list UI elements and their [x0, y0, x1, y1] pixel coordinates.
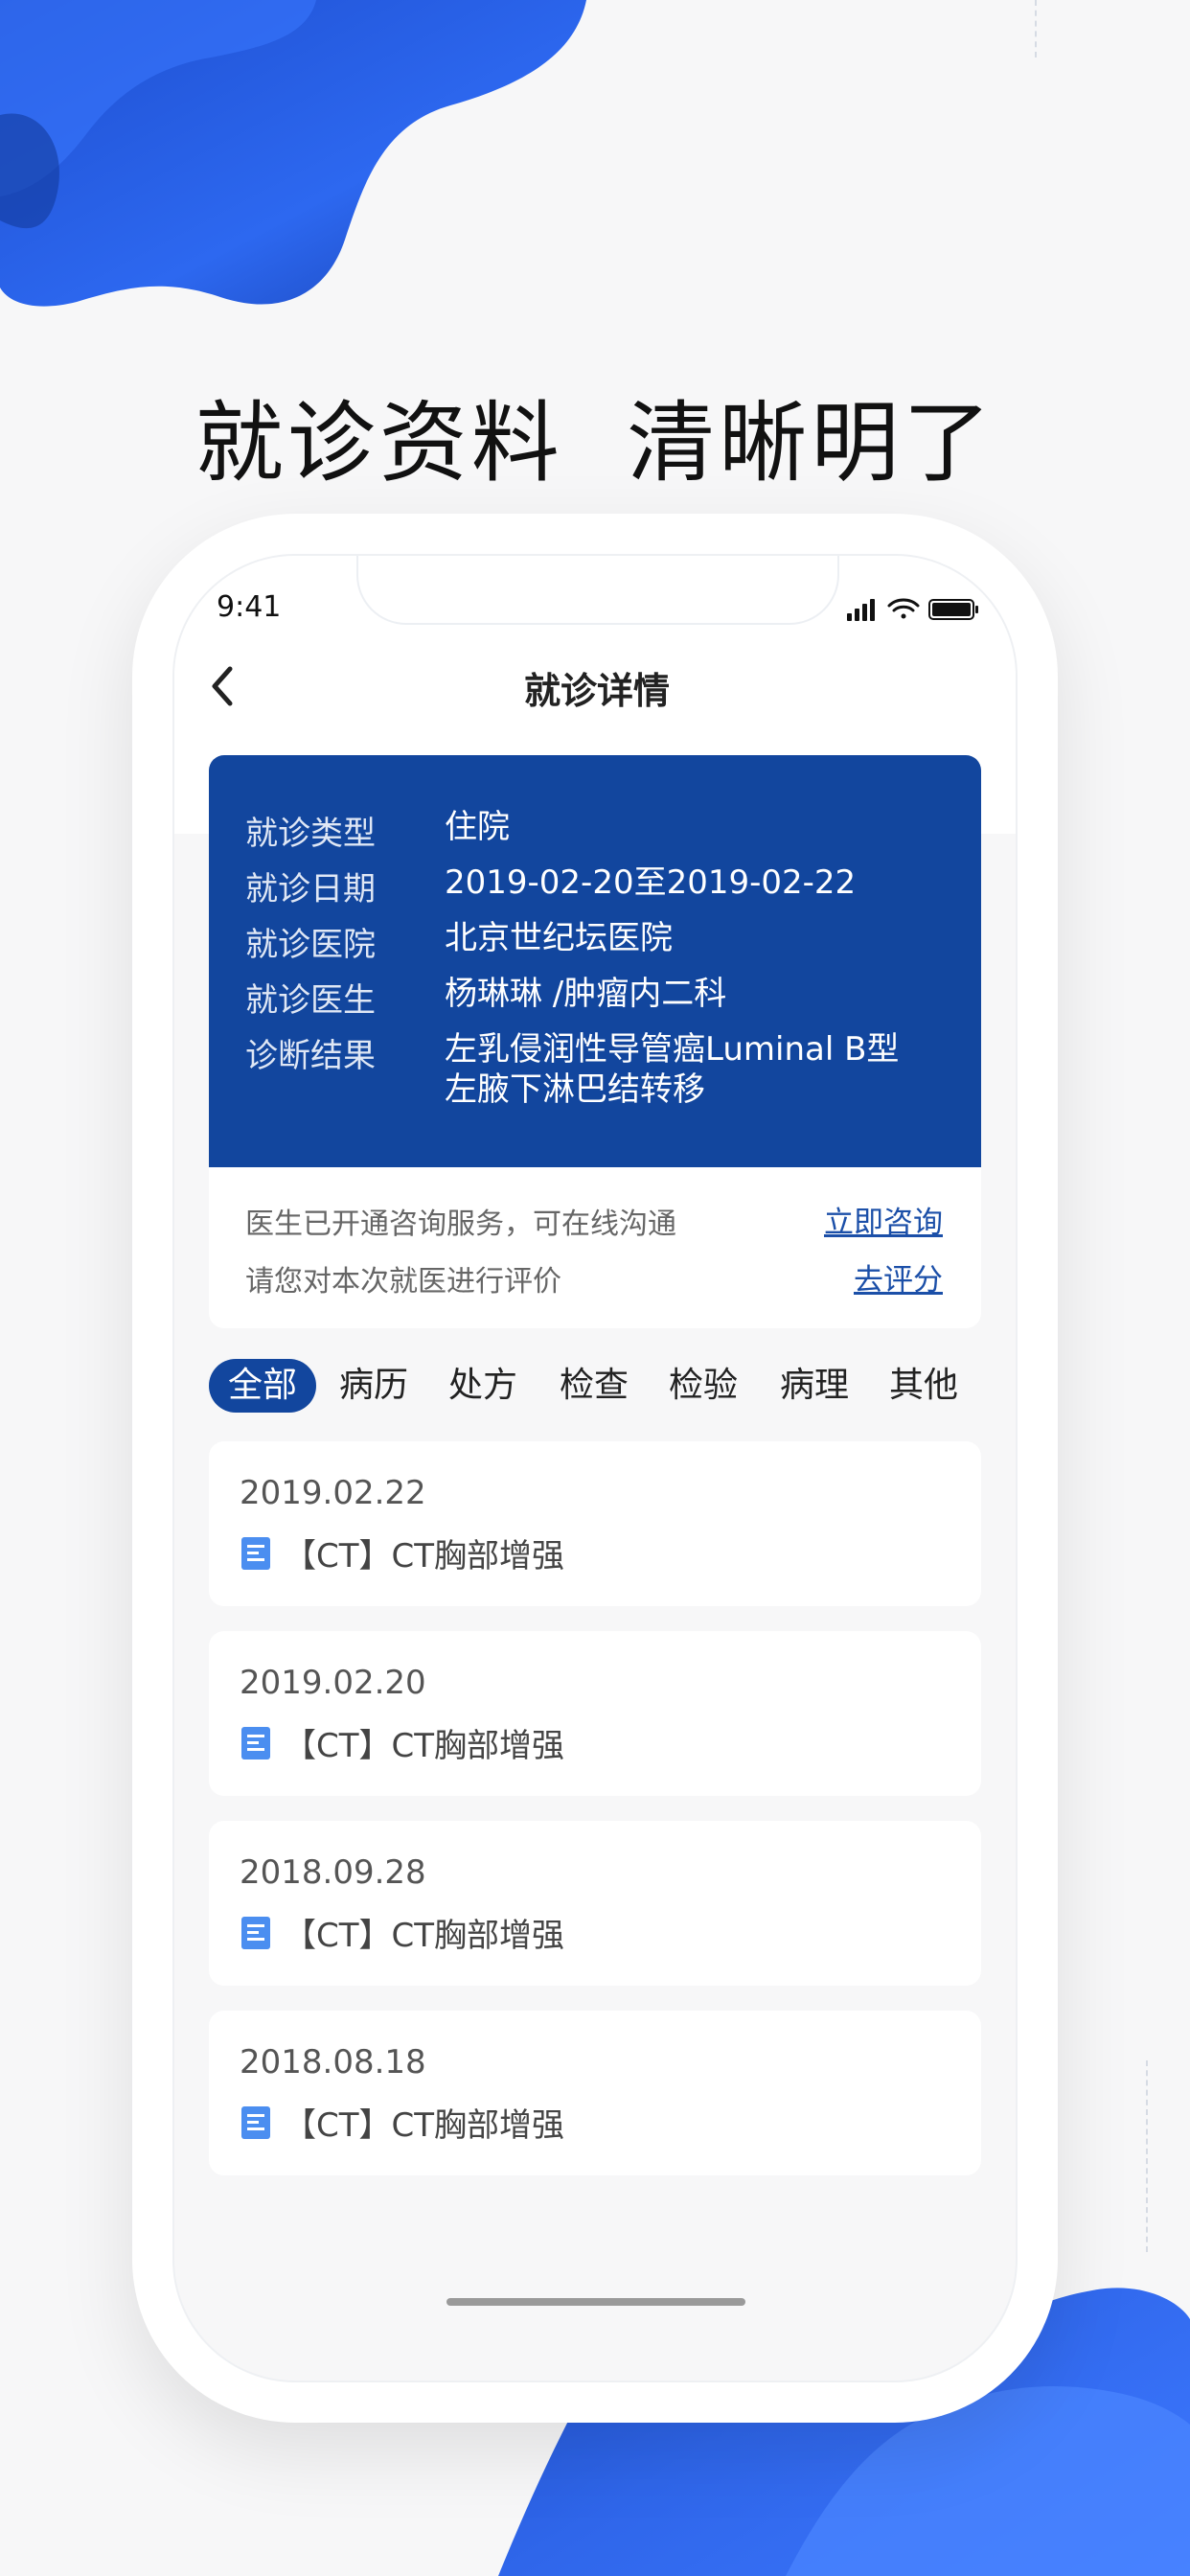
- rate-link[interactable]: 去评分: [854, 1255, 943, 1299]
- battery-icon: [928, 599, 978, 620]
- phone-notch: [356, 556, 839, 625]
- status-icons: [847, 598, 978, 621]
- status-time: 9:41: [217, 590, 282, 624]
- visit-info-card: 就诊类型 住院 就诊日期 2019-02-20至2019-02-22 就诊医院 …: [209, 755, 981, 1167]
- info-value: 左乳侵润性导管癌Luminal B型: [445, 1030, 900, 1069]
- record-item[interactable]: 2018.08.18 【CT】CT胸部增强: [209, 2011, 981, 2175]
- decorative-dashed-line: [1146, 2060, 1148, 2252]
- tab-prescription[interactable]: 处方: [445, 1359, 521, 1413]
- info-value: 住院: [445, 808, 510, 846]
- info-value-line2: 左腋下淋巴结转移: [445, 1070, 705, 1109]
- consult-now-link[interactable]: 立即咨询: [824, 1198, 943, 1241]
- document-icon: [241, 1917, 270, 1949]
- record-title: 【CT】CT胸部增强: [284, 1537, 565, 1576]
- document-icon: [241, 2106, 270, 2139]
- info-label: 就诊日期: [245, 870, 376, 908]
- tab-lab-test[interactable]: 检验: [665, 1359, 742, 1413]
- info-value: 2019-02-20至2019-02-22: [445, 863, 857, 902]
- promo-headline: 就诊资料 清晰明了: [195, 392, 995, 494]
- info-label: 就诊医生: [245, 981, 376, 1020]
- record-date: 2019.02.22: [240, 1474, 426, 1512]
- tab-medical-record[interactable]: 病历: [335, 1359, 412, 1413]
- record-item[interactable]: 2019.02.20 【CT】CT胸部增强: [209, 1631, 981, 1796]
- info-value: 杨琳琳 /肿瘤内二科: [445, 975, 727, 1013]
- record-date: 2019.02.20: [240, 1664, 426, 1702]
- info-value: 北京世纪坛医院: [445, 919, 673, 957]
- record-tabs: 全部 病历 处方 检查 检验 病理 其他: [209, 1359, 981, 1413]
- consult-text: 医生已开通咨询服务，可在线沟通: [245, 1208, 676, 1241]
- signal-icon: [847, 599, 875, 621]
- decorative-dashed-line: [1035, 0, 1037, 58]
- record-date: 2018.09.28: [240, 1853, 426, 1892]
- record-title: 【CT】CT胸部增强: [284, 1727, 565, 1765]
- info-label: 就诊类型: [245, 815, 376, 853]
- page-title: 就诊详情: [523, 670, 670, 712]
- home-indicator[interactable]: [446, 2298, 745, 2306]
- phone-frame: 9:41 就诊详情 就诊类型 住院 就诊日期 2019-02-20至2019-0…: [132, 514, 1058, 2423]
- record-item[interactable]: 2019.02.22 【CT】CT胸部增强: [209, 1441, 981, 1606]
- document-icon: [241, 1727, 270, 1760]
- decorative-blob-top: [0, 0, 586, 307]
- wifi-icon: [887, 598, 920, 619]
- record-title: 【CT】CT胸部增强: [284, 1917, 565, 1955]
- document-icon: [241, 1537, 270, 1570]
- rating-text: 请您对本次就医进行评价: [245, 1265, 561, 1299]
- info-label: 诊断结果: [245, 1037, 376, 1075]
- app-screen: 9:41 就诊详情 就诊类型 住院 就诊日期 2019-02-20至2019-0…: [172, 554, 1018, 2382]
- record-title: 【CT】CT胸部增强: [284, 2106, 565, 2145]
- record-item[interactable]: 2018.09.28 【CT】CT胸部增强: [209, 1821, 981, 1986]
- consult-card: 医生已开通咨询服务，可在线沟通 立即咨询 请您对本次就医进行评价 去评分: [209, 1167, 981, 1328]
- tab-all[interactable]: 全部: [209, 1359, 316, 1413]
- record-date: 2018.08.18: [240, 2043, 426, 2082]
- tab-pathology[interactable]: 病理: [776, 1359, 853, 1413]
- info-label: 就诊医院: [245, 926, 376, 964]
- tab-other[interactable]: 其他: [885, 1359, 962, 1413]
- tab-examination[interactable]: 检查: [556, 1359, 632, 1413]
